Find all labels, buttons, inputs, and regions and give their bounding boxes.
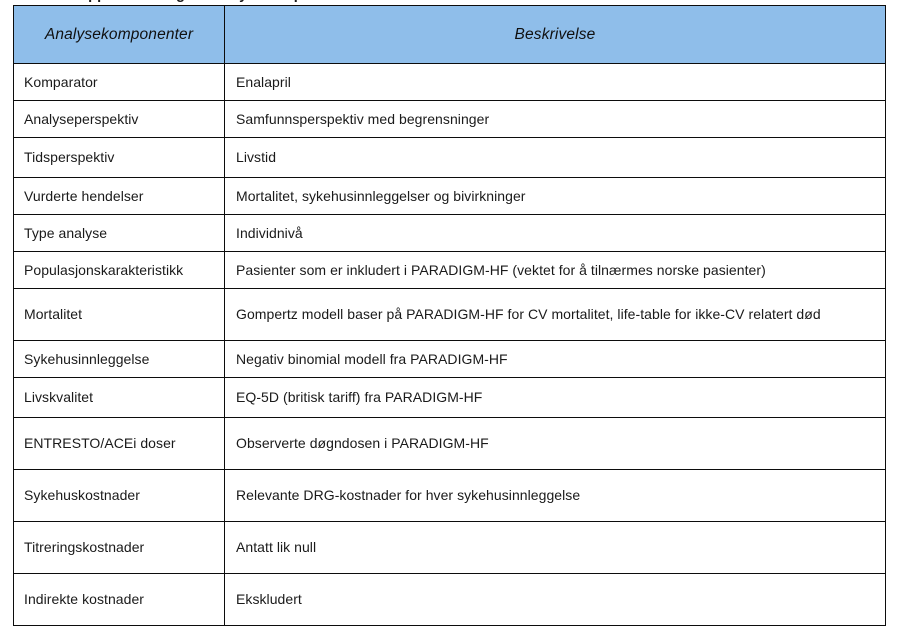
table-header-row: Analysekomponenter Beskrivelse <box>13 5 886 64</box>
table-row: Analyseperspektiv Samfunnsperspektiv med… <box>13 100 886 138</box>
cell-description: Pasienter som er inkludert i PARADIGM-HF… <box>224 251 886 289</box>
table-row: Sykehuskostnader Relevante DRG-kostnader… <box>13 469 886 522</box>
cell-description: Observerte døgndosen i PARADIGM-HF <box>224 417 886 470</box>
cell-component: Mortalitet <box>13 288 225 341</box>
column-header-analysekomponenter: Analysekomponenter <box>13 5 225 64</box>
analysis-components-table: Analysekomponenter Beskrivelse Komparato… <box>13 5 886 626</box>
cell-description: EQ-5D (britisk tariff) fra PARADIGM-HF <box>224 377 886 418</box>
cell-component: Sykehuskostnader <box>13 469 225 522</box>
cell-description: Enalapril <box>224 63 886 101</box>
table-row: Indirekte kostnader Ekskludert <box>13 573 886 626</box>
cell-component: Type analyse <box>13 214 225 252</box>
cell-description: Ekskludert <box>224 573 886 626</box>
cell-component: Analyseperspektiv <box>13 100 225 138</box>
table-row: Komparator Enalapril <box>13 63 886 101</box>
cell-description: Samfunnsperspektiv med begrensninger <box>224 100 886 138</box>
table-body: Komparator Enalapril Analyseperspektiv S… <box>13 63 886 626</box>
table-header: Analysekomponenter Beskrivelse <box>13 5 886 64</box>
table-row: Mortalitet Gompertz modell baser på PARA… <box>13 288 886 341</box>
cell-component: Komparator <box>13 63 225 101</box>
cell-description: Gompertz modell baser på PARADIGM-HF for… <box>224 288 886 341</box>
cell-description: Individnivå <box>224 214 886 252</box>
document-page: Tabell 1: Oppsummering av analysekompone… <box>0 0 900 626</box>
cell-component: Sykehusinnleggelse <box>13 340 225 378</box>
cell-description: Mortalitet, sykehusinnleggelser og bivir… <box>224 177 886 215</box>
cell-component: Indirekte kostnader <box>13 573 225 626</box>
table-row: Livskvalitet EQ-5D (britisk tariff) fra … <box>13 377 886 418</box>
cell-description: Negativ binomial modell fra PARADIGM-HF <box>224 340 886 378</box>
cell-component: Vurderte hendelser <box>13 177 225 215</box>
cell-description: Relevante DRG-kostnader for hver sykehus… <box>224 469 886 522</box>
cell-component: Livskvalitet <box>13 377 225 418</box>
table-row: Type analyse Individnivå <box>13 214 886 252</box>
clipped-caption-text: Tabell 1: Oppsummering av analysekompone… <box>14 0 591 3</box>
table-row: ENTRESTO/ACEi doser Observerte døgndosen… <box>13 417 886 470</box>
cell-component: Tidsperspektiv <box>13 137 225 178</box>
table-row: Vurderte hendelser Mortalitet, sykehusin… <box>13 177 886 215</box>
analysis-table-container: Analysekomponenter Beskrivelse Komparato… <box>13 5 886 626</box>
table-row: Tidsperspektiv Livstid <box>13 137 886 178</box>
table-row: Sykehusinnleggelse Negativ binomial mode… <box>13 340 886 378</box>
column-header-beskrivelse: Beskrivelse <box>224 5 886 64</box>
cell-component: Populasjonskarakteristikk <box>13 251 225 289</box>
cell-component: ENTRESTO/ACEi doser <box>13 417 225 470</box>
cell-description: Livstid <box>224 137 886 178</box>
table-row: Populasjonskarakteristikk Pasienter som … <box>13 251 886 289</box>
